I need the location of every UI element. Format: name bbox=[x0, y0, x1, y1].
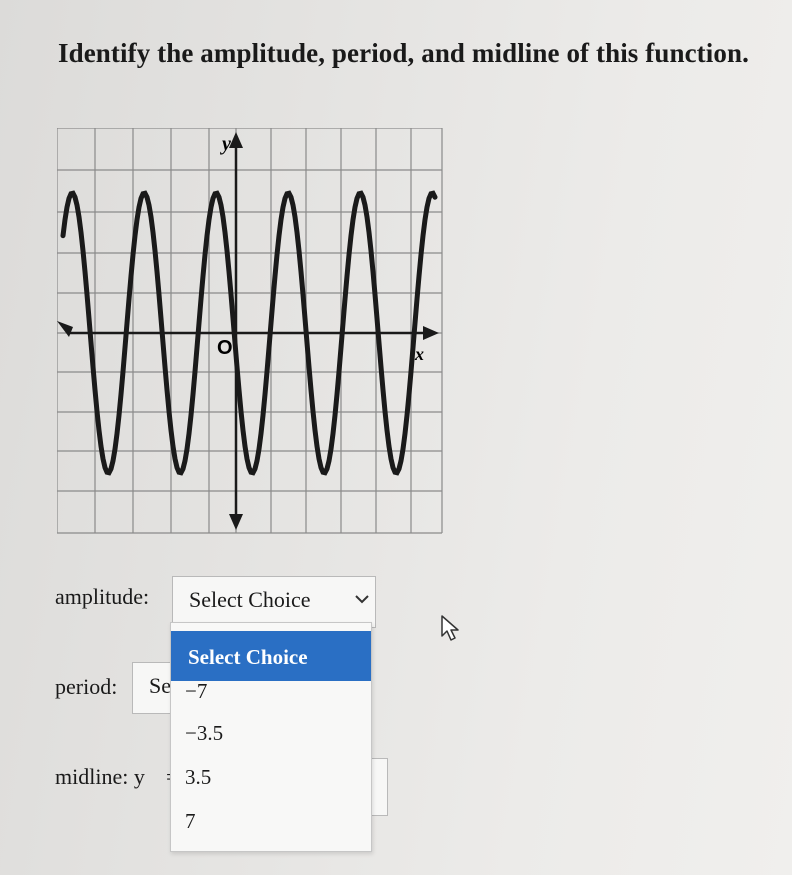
dropdown-option-7[interactable]: 7 bbox=[171, 809, 371, 834]
dropdown-option-neg7[interactable]: −7 bbox=[171, 679, 371, 704]
origin-label: O bbox=[217, 337, 233, 359]
amplitude-select-value: Select Choice bbox=[189, 587, 311, 612]
midline-label: midline: y bbox=[55, 764, 145, 789]
dropdown-option-3-5[interactable]: 3.5 bbox=[171, 765, 371, 790]
period-label: period: bbox=[55, 674, 118, 699]
sine-graph: y x O bbox=[57, 128, 443, 534]
dropdown-option-neg3-5[interactable]: −3.5 bbox=[171, 721, 371, 746]
amplitude-label: amplitude: bbox=[55, 584, 150, 609]
chevron-down-icon[interactable] bbox=[355, 593, 369, 609]
arrow-cursor-icon bbox=[441, 615, 459, 641]
x-axis bbox=[57, 321, 439, 340]
period-select-value: Se bbox=[149, 673, 171, 698]
choice-dropdown-list[interactable]: Select Choice −7 −3.5 3.5 7 bbox=[170, 622, 372, 852]
y-axis-label: y bbox=[220, 133, 231, 155]
question-text: Identify the amplitude, period, and midl… bbox=[58, 38, 749, 68]
dropdown-option-select-choice[interactable]: Select Choice bbox=[171, 631, 371, 681]
x-axis-label: x bbox=[414, 344, 424, 364]
amplitude-select[interactable]: Select Choice bbox=[172, 576, 376, 628]
